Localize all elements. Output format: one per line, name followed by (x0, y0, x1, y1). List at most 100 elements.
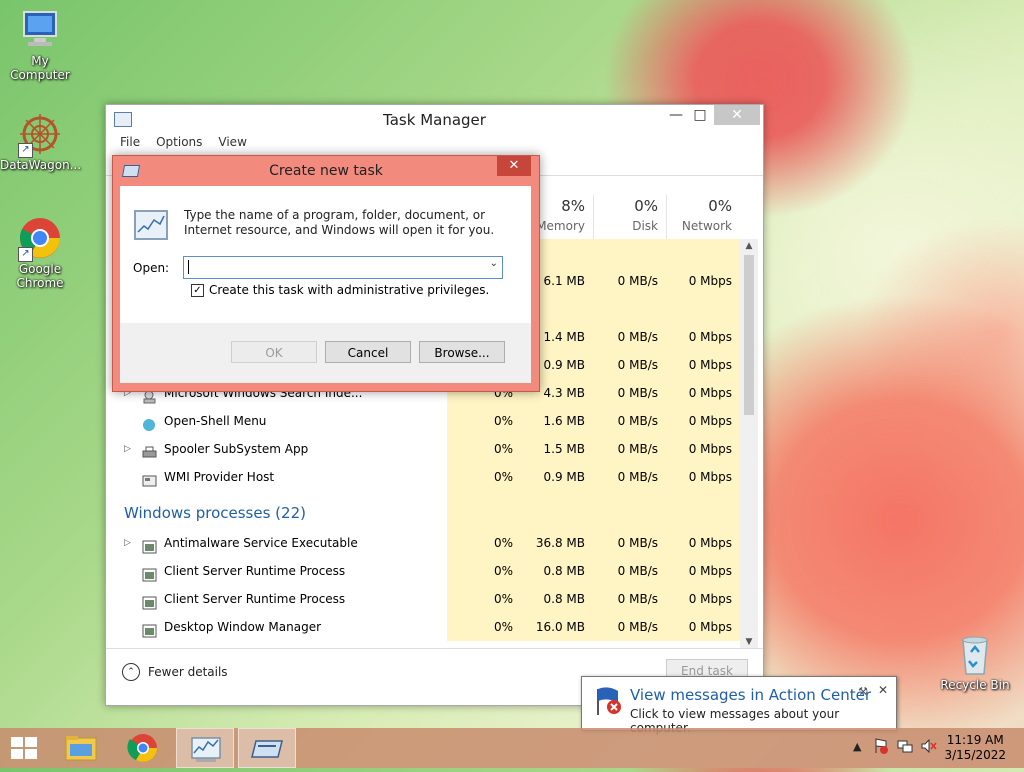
menu-file[interactable]: File (120, 135, 140, 149)
vertical-scrollbar[interactable]: ▲ ▼ (740, 239, 758, 649)
menu-options[interactable]: Options (156, 135, 202, 149)
menu-bar: File Options View (106, 131, 763, 153)
group-header-windows-processes[interactable]: Windows processes (22) (106, 491, 740, 529)
process-row[interactable]: ▷ Antimalware Service Executable 0% 36.8… (106, 529, 740, 557)
shortcut-arrow-icon: ↗ (18, 247, 33, 262)
memory-cell: 0.9 MB (521, 463, 593, 491)
memory-cell: 0.8 MB (521, 585, 593, 613)
close-button[interactable]: ✕ (714, 105, 760, 125)
cpu-cell: 0% (447, 463, 521, 491)
process-name: Client Server Runtime Process (164, 564, 346, 578)
taskbar-file-explorer[interactable] (52, 728, 110, 768)
ok-button[interactable]: OK (231, 341, 317, 363)
column-header-disk[interactable]: 0% Disk (593, 195, 666, 239)
admin-privileges-checkbox[interactable]: ✓ Create this task with administrative p… (191, 283, 489, 297)
disk-percent: 0% (634, 197, 658, 215)
action-center-notification[interactable]: View messages in Action Center Click to … (581, 676, 897, 735)
task-manager-icon (191, 737, 221, 762)
cpu-cell: 0% (447, 435, 521, 463)
network-cell: 0 Mbps (666, 435, 740, 463)
process-row[interactable]: Client Server Runtime Process 0% 0.8 MB … (106, 557, 740, 585)
process-name: Antimalware Service Executable (164, 536, 358, 550)
memory-cell: 16.0 MB (521, 613, 593, 641)
datawagon-icon: ↗ (18, 112, 62, 158)
disk-cell: 0 MB/s (593, 379, 666, 407)
dialog-body: Type the name of a program, folder, docu… (120, 186, 531, 383)
disk-cell: 0 MB/s (593, 529, 666, 557)
show-hidden-icons-button[interactable]: ▲ (853, 740, 861, 753)
task-manager-icon (134, 210, 168, 240)
taskbar-task-manager[interactable] (176, 728, 234, 768)
network-icon[interactable] (897, 739, 913, 756)
taskbar-run-dialog[interactable] (238, 728, 296, 768)
process-row[interactable]: WMI Provider Host 0% 0.9 MB 0 MB/s 0 Mbp… (106, 463, 740, 491)
process-window-icon (142, 564, 157, 582)
expand-chevron-icon[interactable]: ▷ (124, 435, 131, 463)
action-center-tray-icon[interactable] (874, 738, 888, 757)
admin-privileges-label: Create this task with administrative pri… (209, 283, 490, 297)
process-row[interactable]: Client Server Runtime Process 0% 0.8 MB … (106, 585, 740, 613)
maximize-button[interactable]: □ (686, 105, 714, 125)
memory-cell: 1.5 MB (521, 435, 593, 463)
cpu-cell: 0% (447, 407, 521, 435)
process-row[interactable]: Open-Shell Menu 0% 1.6 MB 0 MB/s 0 Mbps (106, 407, 740, 435)
checkbox-checked-icon[interactable]: ✓ (191, 283, 204, 297)
volume-muted-icon[interactable] (921, 738, 937, 756)
run-icon (251, 740, 283, 758)
open-combobox[interactable]: ⌄ (183, 256, 503, 279)
cpu-cell: 0% (447, 585, 521, 613)
notification-close-icon[interactable]: ✕ (878, 683, 888, 697)
disk-cell: 0 MB/s (593, 613, 666, 641)
disk-cell: 0 MB/s (593, 407, 666, 435)
network-cell: 0 Mbps (666, 323, 740, 351)
expand-chevron-icon[interactable]: ▷ (124, 529, 131, 557)
network-cell: 0 Mbps (666, 613, 740, 641)
recycle-bin-icon (953, 632, 997, 676)
process-row[interactable]: ▷ Spooler SubSystem App 0% 1.5 MB 0 MB/s… (106, 435, 740, 463)
cpu-cell (447, 491, 521, 529)
network-cell (666, 239, 740, 267)
menu-view[interactable]: View (218, 135, 246, 149)
task-manager-titlebar[interactable]: Task Manager — □ ✕ (106, 105, 763, 131)
taskbar-chrome[interactable] (114, 728, 172, 768)
desktop-icon-my-computer[interactable]: My Computer (0, 8, 80, 82)
desktop-icon-recycle-bin[interactable]: Recycle Bin (935, 632, 1015, 692)
process-window-icon (142, 620, 157, 638)
chevron-down-icon[interactable]: ⌄ (490, 258, 498, 269)
dialog-title: Create new task (269, 163, 383, 179)
settings-wrench-icon[interactable]: ⚒ (858, 685, 868, 698)
network-cell: 0 Mbps (666, 379, 740, 407)
scrollbar-thumb[interactable] (744, 255, 754, 415)
browse-button[interactable]: Browse... (419, 341, 505, 363)
desktop-icon-datawagon[interactable]: ↗ DataWagon... (0, 112, 81, 172)
scroll-down-icon[interactable]: ▼ (740, 637, 758, 647)
process-window-icon (142, 536, 157, 554)
network-cell: 0 Mbps (666, 351, 740, 379)
desktop-icon-google-chrome[interactable]: ↗ Google Chrome (0, 216, 80, 290)
process-name: WMI Provider Host (164, 470, 275, 484)
disk-cell (593, 295, 666, 323)
disk-cell: 0 MB/s (593, 267, 666, 295)
notification-title: View messages in Action Center (630, 686, 872, 704)
column-header-network[interactable]: 0% Network (666, 195, 740, 239)
disk-cell: 0 MB/s (593, 557, 666, 585)
memory-cell: 0.8 MB (521, 557, 593, 585)
chrome-icon: ↗ (18, 216, 62, 262)
process-row[interactable]: Desktop Window Manager 0% 16.0 MB 0 MB/s… (106, 613, 740, 641)
fewer-details-label: Fewer details (148, 665, 228, 679)
scroll-up-icon[interactable]: ▲ (740, 241, 758, 251)
start-button[interactable] (0, 728, 48, 768)
system-clock[interactable]: 11:19 AM 3/15/2022 (944, 733, 1006, 763)
dialog-close-button[interactable]: ✕ (497, 156, 531, 176)
create-new-task-dialog: Create new task ✕ Type the name of a pro… (112, 155, 540, 392)
fewer-details-button[interactable]: ⌃ Fewer details (122, 663, 228, 681)
disk-cell: 0 MB/s (593, 351, 666, 379)
action-center-flag-icon (597, 687, 621, 715)
dialog-titlebar[interactable]: Create new task ✕ (113, 156, 539, 186)
memory-cell: 1.6 MB (521, 407, 593, 435)
cancel-button[interactable]: Cancel (325, 341, 411, 363)
chevron-up-icon: ⌃ (122, 663, 140, 681)
cpu-cell: 0% (447, 557, 521, 585)
network-percent: 0% (708, 197, 732, 215)
folder-icon (65, 736, 97, 761)
